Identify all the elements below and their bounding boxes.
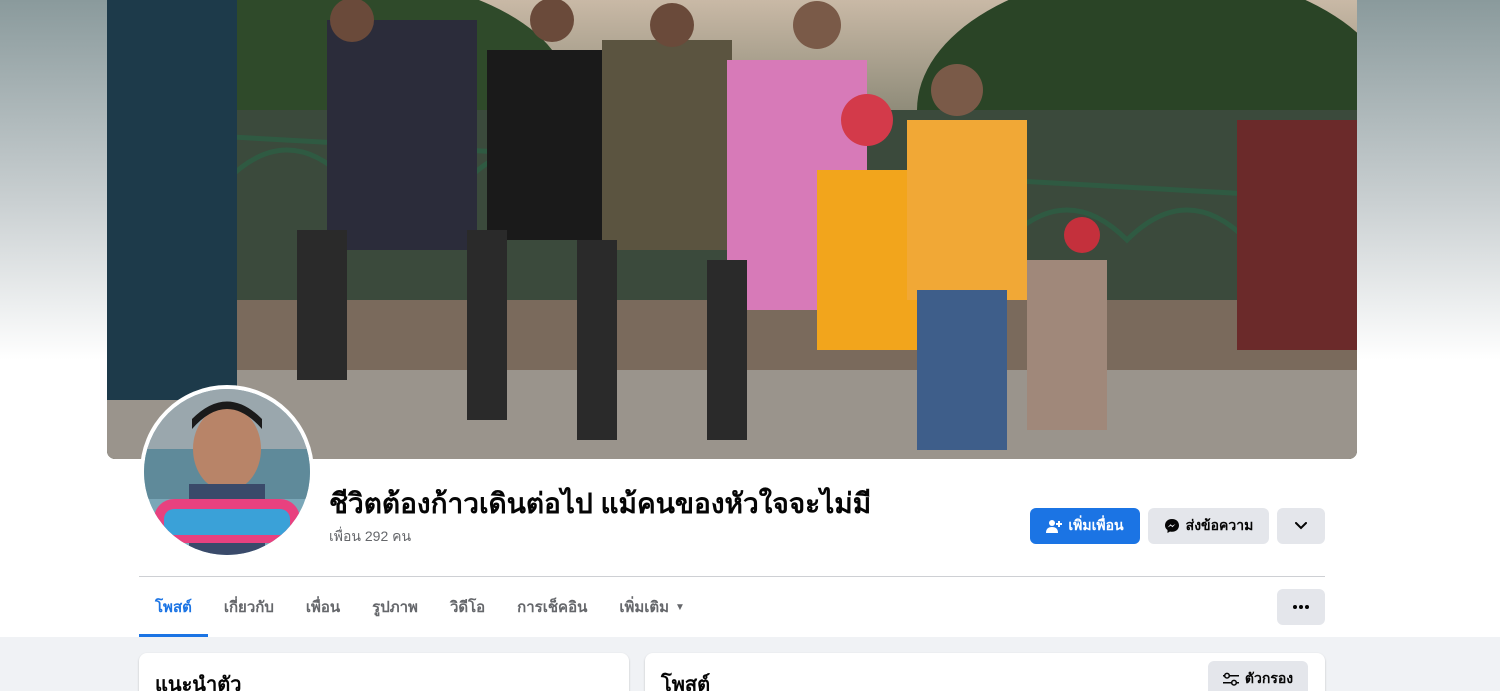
tab-checkins-label: การเช็คอิน [517, 599, 588, 616]
filter-button[interactable]: ตัวกรอง [1208, 661, 1308, 691]
message-label: ส่งข้อความ [1185, 517, 1254, 533]
profile-actions-more-button[interactable] [1277, 508, 1325, 544]
avatar-image [144, 389, 310, 555]
chevron-down-icon [1295, 522, 1307, 530]
person-plus-icon [1046, 518, 1063, 534]
tab-about[interactable]: เกี่ยวกับ [208, 577, 290, 637]
tab-photos[interactable]: รูปภาพ [356, 577, 434, 637]
filter-label: ตัวกรอง [1244, 670, 1294, 686]
avatar[interactable] [144, 389, 310, 555]
intro-card-title: แนะนำตัว [155, 674, 242, 691]
cover-photo-image [107, 0, 1357, 459]
tab-photos-label: รูปภาพ [372, 599, 418, 616]
messenger-icon [1164, 518, 1180, 534]
sliders-icon [1222, 672, 1239, 686]
tab-videos[interactable]: วิดีโอ [434, 577, 501, 637]
profile-name: ชีวิตต้องก้าวเดินต่อไป แม้คนของหัวใจจะไม… [329, 488, 872, 519]
tab-posts-label: โพสต์ [155, 599, 192, 616]
more-dots-icon [1293, 605, 1309, 609]
tab-friends-label: เพื่อน [305, 599, 341, 616]
profile-tabs: โพสต์ เกี่ยวกับ เพื่อน รูปภาพ วิดีโอ การ… [139, 577, 701, 637]
tab-friends[interactable]: เพื่อน [290, 577, 356, 637]
tab-checkins[interactable]: การเช็คอิน [501, 577, 603, 637]
caret-down-icon: ▼ [675, 601, 685, 613]
tabs-menu-button[interactable] [1277, 589, 1325, 625]
tab-posts[interactable]: โพสต์ [139, 577, 208, 637]
posts-card-title: โพสต์ [661, 674, 711, 691]
friends-count[interactable]: เพื่อน 292 คน [329, 526, 411, 548]
intro-card: แนะนำตัว [139, 653, 629, 691]
tab-about-label: เกี่ยวกับ [223, 599, 274, 616]
tab-more-label: เพิ่มเติม [619, 599, 670, 616]
tab-more[interactable]: เพิ่มเติม ▼ [603, 577, 701, 637]
cover-photo[interactable] [107, 0, 1357, 459]
tab-videos-label: วิดีโอ [449, 599, 486, 616]
message-button[interactable]: ส่งข้อความ [1148, 508, 1269, 544]
profile-picture-frame[interactable] [140, 385, 314, 559]
add-friend-label: เพิ่มเพื่อน [1068, 517, 1124, 533]
posts-card: โพสต์ ตัวกรอง [645, 653, 1325, 691]
add-friend-button[interactable]: เพิ่มเพื่อน [1030, 508, 1140, 544]
